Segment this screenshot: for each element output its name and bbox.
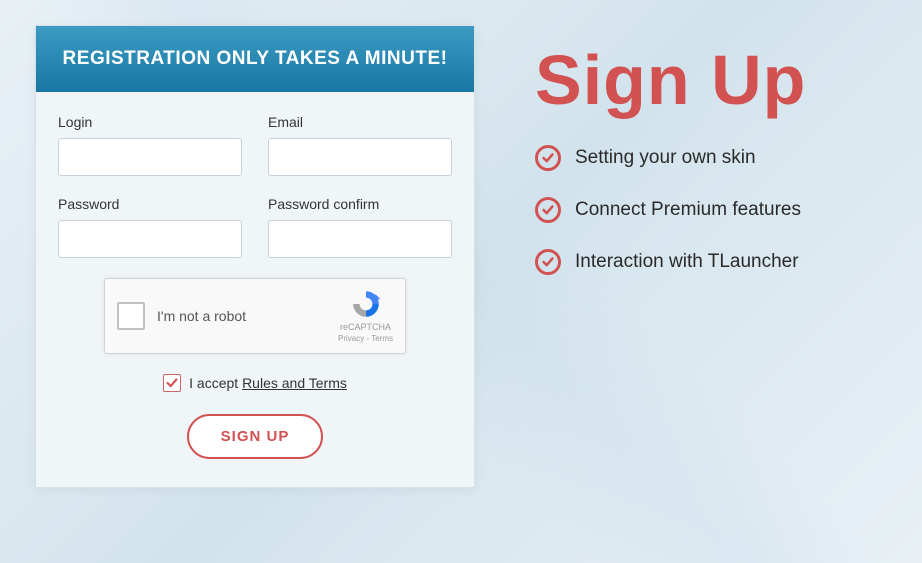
form-header: REGISTRATION ONLY TAKES A MINUTE! — [36, 26, 474, 92]
check-circle-icon — [535, 145, 561, 171]
recaptcha-checkbox[interactable] — [117, 302, 145, 330]
password-confirm-label: Password confirm — [268, 196, 452, 212]
terms-row: I accept Rules and Terms — [58, 374, 452, 392]
benefit-text: Interaction with TLauncher — [575, 251, 799, 273]
benefit-text: Setting your own skin — [575, 147, 756, 169]
password-confirm-input[interactable] — [268, 220, 452, 258]
recaptcha-widget[interactable]: I'm not a robot reCAPTCHA Privacy - Term… — [104, 278, 406, 354]
benefit-item: Interaction with TLauncher — [535, 249, 887, 275]
benefit-item: Setting your own skin — [535, 145, 887, 171]
email-input[interactable] — [268, 138, 452, 176]
benefit-item: Connect Premium features — [535, 197, 887, 223]
password-label: Password — [58, 196, 242, 212]
recaptcha-brand: reCAPTCHA — [340, 322, 391, 334]
email-label: Email — [268, 114, 452, 130]
benefits-list: Setting your own skin Connect Premium fe… — [535, 145, 887, 275]
password-input[interactable] — [58, 220, 242, 258]
registration-form-panel: REGISTRATION ONLY TAKES A MINUTE! Login … — [35, 25, 475, 488]
terms-checkbox[interactable] — [163, 374, 181, 392]
recaptcha-label: I'm not a robot — [157, 308, 338, 324]
form-body: Login Email Password Password confirm — [36, 92, 474, 487]
terms-prefix: I accept — [189, 375, 242, 391]
side-panel: Sign Up Setting your own skin Connect Pr… — [535, 25, 887, 488]
recaptcha-badge: reCAPTCHA Privacy - Terms — [338, 288, 393, 344]
recaptcha-logo-icon — [350, 288, 382, 320]
page-title: Sign Up — [535, 45, 887, 115]
terms-link[interactable]: Rules and Terms — [242, 375, 347, 391]
signup-button[interactable]: SIGN UP — [187, 414, 324, 459]
check-circle-icon — [535, 197, 561, 223]
benefit-text: Connect Premium features — [575, 199, 801, 221]
recaptcha-links[interactable]: Privacy - Terms — [338, 334, 393, 344]
login-label: Login — [58, 114, 242, 130]
check-circle-icon — [535, 249, 561, 275]
check-icon — [165, 376, 179, 390]
login-input[interactable] — [58, 138, 242, 176]
